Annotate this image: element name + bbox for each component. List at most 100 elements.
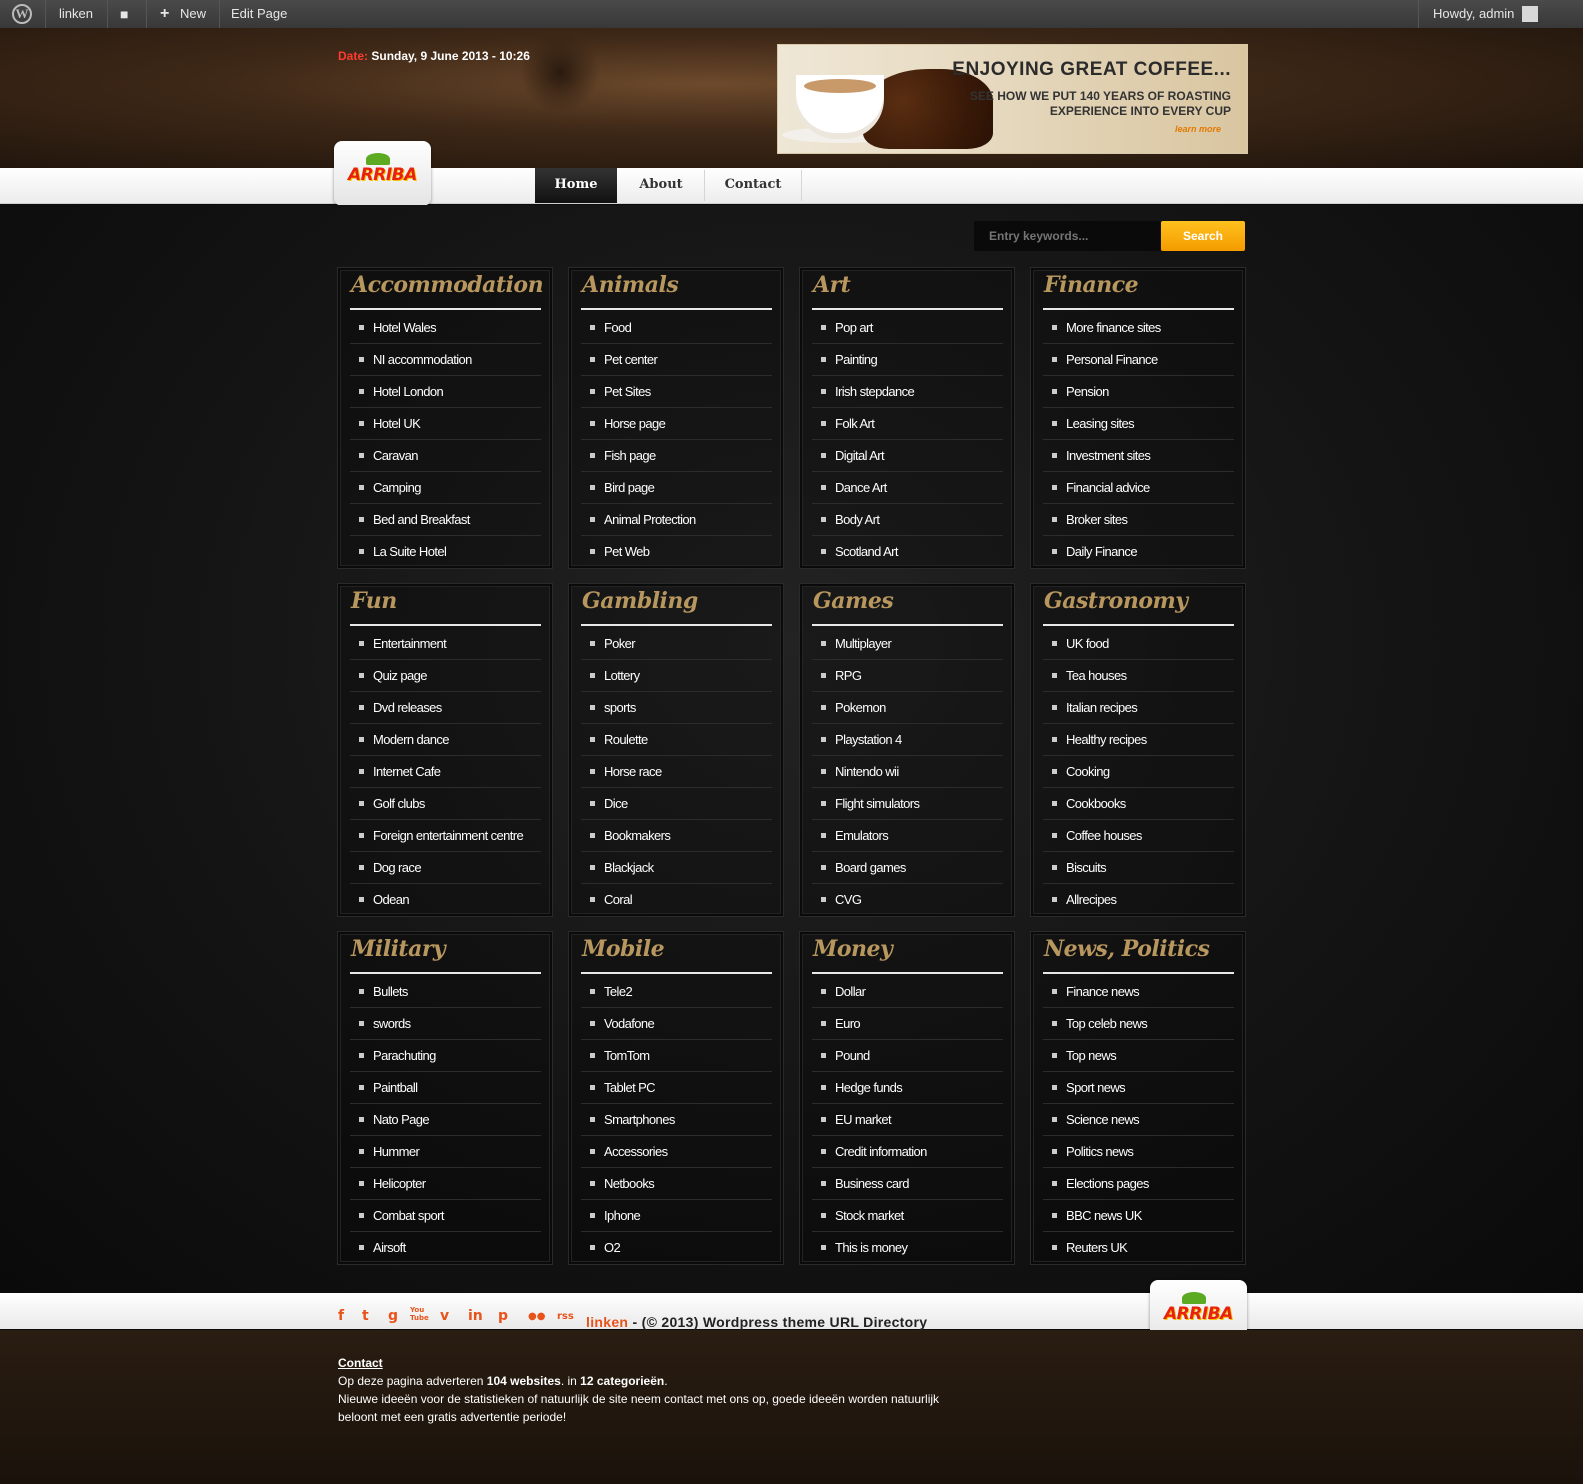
list-item[interactable]: NI accommodation: [350, 344, 541, 376]
list-item[interactable]: Food: [581, 312, 772, 344]
list-item-label[interactable]: EU market: [835, 1112, 892, 1127]
list-item-label[interactable]: Pet center: [604, 352, 658, 367]
list-item[interactable]: Stock market: [812, 1200, 1003, 1232]
edit-page-link[interactable]: Edit Page: [231, 0, 287, 28]
category-title[interactable]: Games: [813, 588, 894, 614]
list-item[interactable]: Blackjack: [581, 852, 772, 884]
list-item-label[interactable]: Coral: [604, 892, 633, 907]
list-item[interactable]: Pop art: [812, 312, 1003, 344]
list-item[interactable]: Iphone: [581, 1200, 772, 1232]
rss-icon[interactable]: rss: [557, 1311, 574, 1322]
list-item[interactable]: Pound: [812, 1040, 1003, 1072]
list-item[interactable]: Cooking: [1043, 756, 1234, 788]
list-item[interactable]: Science news: [1043, 1104, 1234, 1136]
list-item-label[interactable]: Bed and Breakfast: [373, 512, 470, 527]
list-item-label[interactable]: Foreign entertainment centre: [373, 828, 524, 843]
list-item-label[interactable]: Dance Art: [835, 480, 887, 495]
plus-icon[interactable]: +: [160, 0, 169, 28]
list-item[interactable]: O2: [581, 1232, 772, 1264]
list-item-label[interactable]: Body Art: [835, 512, 880, 527]
list-item-label[interactable]: swords: [373, 1016, 411, 1031]
list-item[interactable]: Roulette: [581, 724, 772, 756]
list-item-label[interactable]: Dice: [604, 796, 628, 811]
list-item-label[interactable]: Hedge funds: [835, 1080, 903, 1095]
footer-contact-link[interactable]: Contact: [338, 1354, 383, 1372]
list-item-label[interactable]: Hotel Wales: [373, 320, 437, 335]
list-item-label[interactable]: Caravan: [373, 448, 419, 463]
list-item-label[interactable]: Leasing sites: [1066, 416, 1135, 431]
list-item-label[interactable]: Roulette: [604, 732, 648, 747]
category-title[interactable]: Gambling: [582, 588, 698, 614]
list-item-label[interactable]: Allrecipes: [1066, 892, 1117, 907]
list-item-label[interactable]: Emulators: [835, 828, 889, 843]
list-item-label[interactable]: Entertainment: [373, 636, 447, 651]
linkedin-icon[interactable]: in: [468, 1308, 483, 1324]
list-item[interactable]: Animal Protection: [581, 504, 772, 536]
youtube-icon[interactable]: You Tube: [410, 1306, 429, 1322]
category-title[interactable]: News, Politics: [1044, 936, 1210, 962]
list-item-label[interactable]: Digital Art: [835, 448, 885, 463]
list-item-label[interactable]: Nato Page: [373, 1112, 430, 1127]
list-item-label[interactable]: Camping: [373, 480, 421, 495]
list-item[interactable]: Dvd releases: [350, 692, 541, 724]
list-item-label[interactable]: Cooking: [1066, 764, 1110, 779]
list-item-label[interactable]: Pop art: [835, 320, 873, 335]
category-title[interactable]: Animals: [582, 272, 679, 298]
list-item-label[interactable]: Bookmakers: [604, 828, 671, 843]
list-item[interactable]: Irish stepdance: [812, 376, 1003, 408]
list-item-label[interactable]: Pension: [1066, 384, 1109, 399]
vimeo-icon[interactable]: v: [440, 1308, 449, 1324]
list-item[interactable]: Playstation 4: [812, 724, 1003, 756]
list-item[interactable]: Horse race: [581, 756, 772, 788]
category-title[interactable]: Military: [351, 936, 446, 962]
comments-icon[interactable]: ■: [120, 0, 128, 28]
list-item-label[interactable]: Financial advice: [1066, 480, 1150, 495]
list-item-label[interactable]: Investment sites: [1066, 448, 1151, 463]
category-title[interactable]: Art: [813, 272, 851, 298]
list-item-label[interactable]: Poker: [604, 636, 636, 651]
nav-home[interactable]: Home: [535, 168, 617, 203]
list-item-label[interactable]: Credit information: [835, 1144, 927, 1159]
list-item-label[interactable]: Biscuits: [1066, 860, 1107, 875]
list-item-label[interactable]: Lottery: [604, 668, 640, 683]
list-item[interactable]: Golf clubs: [350, 788, 541, 820]
list-item-label[interactable]: This is money: [835, 1240, 908, 1255]
list-item[interactable]: Biscuits: [1043, 852, 1234, 884]
list-item-label[interactable]: Vodafone: [604, 1016, 655, 1031]
list-item[interactable]: Politics news: [1043, 1136, 1234, 1168]
list-item-label[interactable]: Dollar: [835, 984, 866, 999]
list-item-label[interactable]: Business card: [835, 1176, 909, 1191]
list-item-label[interactable]: Pet Web: [604, 544, 650, 559]
list-item[interactable]: Broker sites: [1043, 504, 1234, 536]
list-item-label[interactable]: Top celeb news: [1066, 1016, 1148, 1031]
list-item-label[interactable]: Daily Finance: [1066, 544, 1138, 559]
list-item-label[interactable]: Food: [604, 320, 632, 335]
list-item[interactable]: Allrecipes: [1043, 884, 1234, 916]
category-title[interactable]: Money: [813, 936, 893, 962]
list-item-label[interactable]: Paintball: [373, 1080, 418, 1095]
list-item[interactable]: Helicopter: [350, 1168, 541, 1200]
list-item-label[interactable]: Smartphones: [604, 1112, 675, 1127]
list-item-label[interactable]: Netbooks: [604, 1176, 655, 1191]
list-item-label[interactable]: Flight simulators: [835, 796, 920, 811]
list-item-label[interactable]: Parachuting: [373, 1048, 436, 1063]
list-item[interactable]: Financial advice: [1043, 472, 1234, 504]
list-item-label[interactable]: Golf clubs: [373, 796, 425, 811]
list-item-label[interactable]: Cookbooks: [1066, 796, 1126, 811]
coffee-banner-ad[interactable]: ENJOYING GREAT COFFEE... SEE HOW WE PUT …: [777, 44, 1248, 154]
list-item[interactable]: BBC news UK: [1043, 1200, 1234, 1232]
list-item[interactable]: Bookmakers: [581, 820, 772, 852]
list-item[interactable]: Foreign entertainment centre: [350, 820, 541, 852]
list-item[interactable]: Coral: [581, 884, 772, 916]
list-item[interactable]: Fish page: [581, 440, 772, 472]
list-item[interactable]: Dice: [581, 788, 772, 820]
list-item[interactable]: Multiplayer: [812, 628, 1003, 660]
list-item-label[interactable]: Folk Art: [835, 416, 875, 431]
list-item-label[interactable]: Dvd releases: [373, 700, 442, 715]
list-item-label[interactable]: Helicopter: [373, 1176, 426, 1191]
search-input[interactable]: [974, 221, 1160, 251]
list-item[interactable]: Vodafone: [581, 1008, 772, 1040]
list-item[interactable]: Hummer: [350, 1136, 541, 1168]
list-item-label[interactable]: Reuters UK: [1066, 1240, 1128, 1255]
list-item-label[interactable]: UK food: [1066, 636, 1109, 651]
